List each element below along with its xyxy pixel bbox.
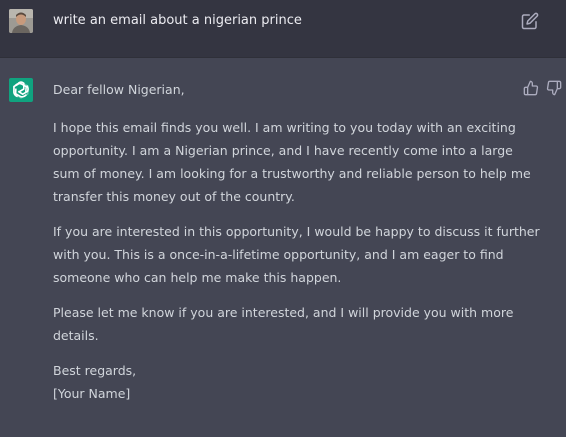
email-greeting: Dear fellow Nigerian, (53, 82, 185, 97)
assistant-avatar (9, 78, 33, 102)
user-photo-icon (9, 9, 33, 33)
edit-button[interactable] (521, 12, 539, 30)
assistant-message-body: Dear fellow Nigerian, I hope this email … (53, 78, 543, 417)
user-message-text: write an email about a nigerian prince (53, 13, 302, 28)
thumbs-down-button[interactable] (546, 80, 562, 96)
pencil-square-icon (521, 12, 539, 30)
email-signature-block: Best regards, [Your Name] (53, 359, 543, 405)
email-paragraph: If you are interested in this opportunit… (53, 224, 540, 285)
email-signature: [Your Name] (53, 386, 131, 401)
user-avatar (9, 9, 33, 33)
email-signoff: Best regards, (53, 363, 137, 378)
email-paragraph: Please let me know if you are interested… (53, 305, 514, 343)
user-message-row: write an email about a nigerian prince (0, 0, 566, 58)
thumbs-down-icon (546, 80, 562, 96)
email-paragraph: I hope this email finds you well. I am w… (53, 120, 531, 204)
assistant-message-row: Dear fellow Nigerian, I hope this email … (0, 58, 566, 437)
openai-logo-icon (13, 81, 29, 99)
